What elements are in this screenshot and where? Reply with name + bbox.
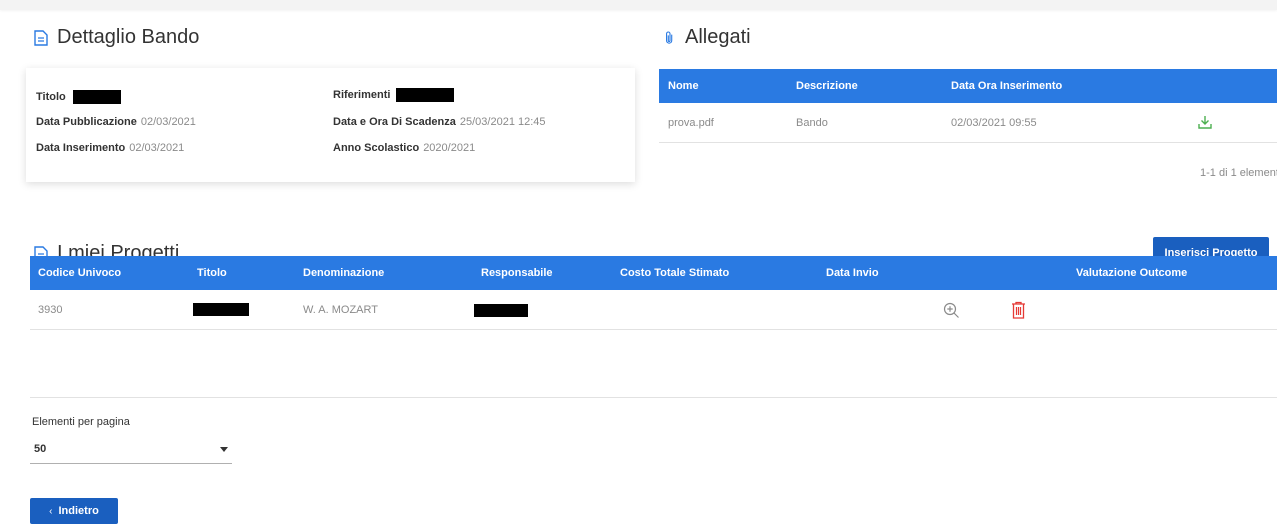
progetti-header-denominazione[interactable]: Denominazione bbox=[303, 256, 384, 290]
dettaglio-card: Titolo Riferimenti Data Pubblicazione 02/… bbox=[26, 68, 635, 182]
progetti-header-valutazione[interactable]: Valutazione Outcome bbox=[1076, 256, 1187, 290]
table-row: prova.pdf Bando 02/03/2021 09:55 bbox=[659, 103, 1277, 143]
data-inserimento-field: Data Inserimento 02/03/2021 bbox=[36, 142, 184, 154]
progetto-titolo-redacted bbox=[193, 303, 249, 316]
allegato-descrizione: Bando bbox=[796, 117, 828, 129]
progetti-header-titolo[interactable]: Titolo bbox=[197, 256, 227, 290]
divider bbox=[30, 397, 1277, 398]
download-icon[interactable] bbox=[1197, 114, 1213, 130]
data-pubblicazione-field: Data Pubblicazione 02/03/2021 bbox=[36, 116, 196, 128]
data-scadenza-value: 25/03/2021 12:45 bbox=[459, 116, 546, 128]
dettaglio-bando-title-text: Dettaglio Bando bbox=[57, 26, 200, 48]
anno-scolastico-field: Anno Scolastico 2020/2021 bbox=[333, 142, 475, 154]
allegati-pager-info: 1-1 di 1 element bbox=[1200, 167, 1277, 179]
data-scadenza-label: Data e Ora Di Scadenza bbox=[333, 116, 456, 128]
allegati-header-nome[interactable]: Nome bbox=[668, 69, 699, 103]
allegati-header-data[interactable]: Data Ora Inserimento bbox=[951, 69, 1062, 103]
allegati-table-header: Nome Descrizione Data Ora Inserimento bbox=[659, 69, 1277, 103]
riferimenti-label: Riferimenti bbox=[333, 88, 391, 101]
indietro-button[interactable]: ‹ Indietro bbox=[30, 498, 118, 524]
data-pubblicazione-value: 02/03/2021 bbox=[140, 116, 196, 128]
allegati-header-descrizione[interactable]: Descrizione bbox=[796, 69, 858, 103]
titolo-label: Titolo bbox=[36, 90, 66, 103]
allegati-title: Allegati bbox=[664, 26, 751, 49]
paperclip-icon bbox=[666, 31, 673, 44]
progetti-header-costo[interactable]: Costo Totale Stimato bbox=[620, 256, 729, 290]
elementi-per-pagina-value: 50 bbox=[34, 443, 47, 455]
trash-icon[interactable] bbox=[1011, 301, 1026, 319]
progetti-table-header: Codice Univoco Titolo Denominazione Resp… bbox=[30, 256, 1277, 290]
elementi-per-pagina-select[interactable]: 50 bbox=[30, 434, 232, 464]
indietro-label: Indietro bbox=[58, 505, 99, 517]
anno-scolastico-value: 2020/2021 bbox=[423, 142, 476, 154]
progetto-codice: 3930 bbox=[38, 304, 63, 316]
riferimenti-field: Riferimenti bbox=[333, 88, 454, 102]
titolo-field: Titolo bbox=[36, 90, 121, 104]
progetti-header-responsabile[interactable]: Responsabile bbox=[481, 256, 553, 290]
zoom-in-icon[interactable] bbox=[943, 302, 960, 319]
elementi-per-pagina-label: Elementi per pagina bbox=[32, 416, 130, 428]
allegato-data: 02/03/2021 09:55 bbox=[951, 117, 1037, 129]
data-inserimento-value: 02/03/2021 bbox=[129, 142, 185, 154]
data-scadenza-field: Data e Ora Di Scadenza 25/03/2021 12:45 bbox=[333, 116, 546, 128]
top-bar bbox=[0, 0, 1277, 10]
progetti-header-codice[interactable]: Codice Univoco bbox=[38, 256, 121, 290]
data-pubblicazione-label: Data Pubblicazione bbox=[36, 116, 137, 128]
table-row: 3930 W. A. MOZART bbox=[30, 290, 1277, 330]
anno-scolastico-label: Anno Scolastico bbox=[333, 142, 420, 154]
riferimenti-redacted bbox=[395, 88, 454, 102]
chevron-left-icon: ‹ bbox=[49, 505, 53, 517]
progetto-denominazione: W. A. MOZART bbox=[303, 304, 378, 316]
document-icon bbox=[34, 29, 48, 46]
progetto-responsabile-redacted bbox=[474, 304, 528, 317]
allegato-nome[interactable]: prova.pdf bbox=[668, 117, 714, 129]
data-inserimento-label: Data Inserimento bbox=[36, 142, 126, 154]
dettaglio-bando-title: Dettaglio Bando bbox=[34, 26, 199, 49]
progetti-header-data-invio[interactable]: Data Invio bbox=[826, 256, 879, 290]
allegati-title-text: Allegati bbox=[685, 26, 751, 48]
titolo-redacted bbox=[72, 90, 121, 104]
chevron-down-icon bbox=[220, 447, 228, 452]
